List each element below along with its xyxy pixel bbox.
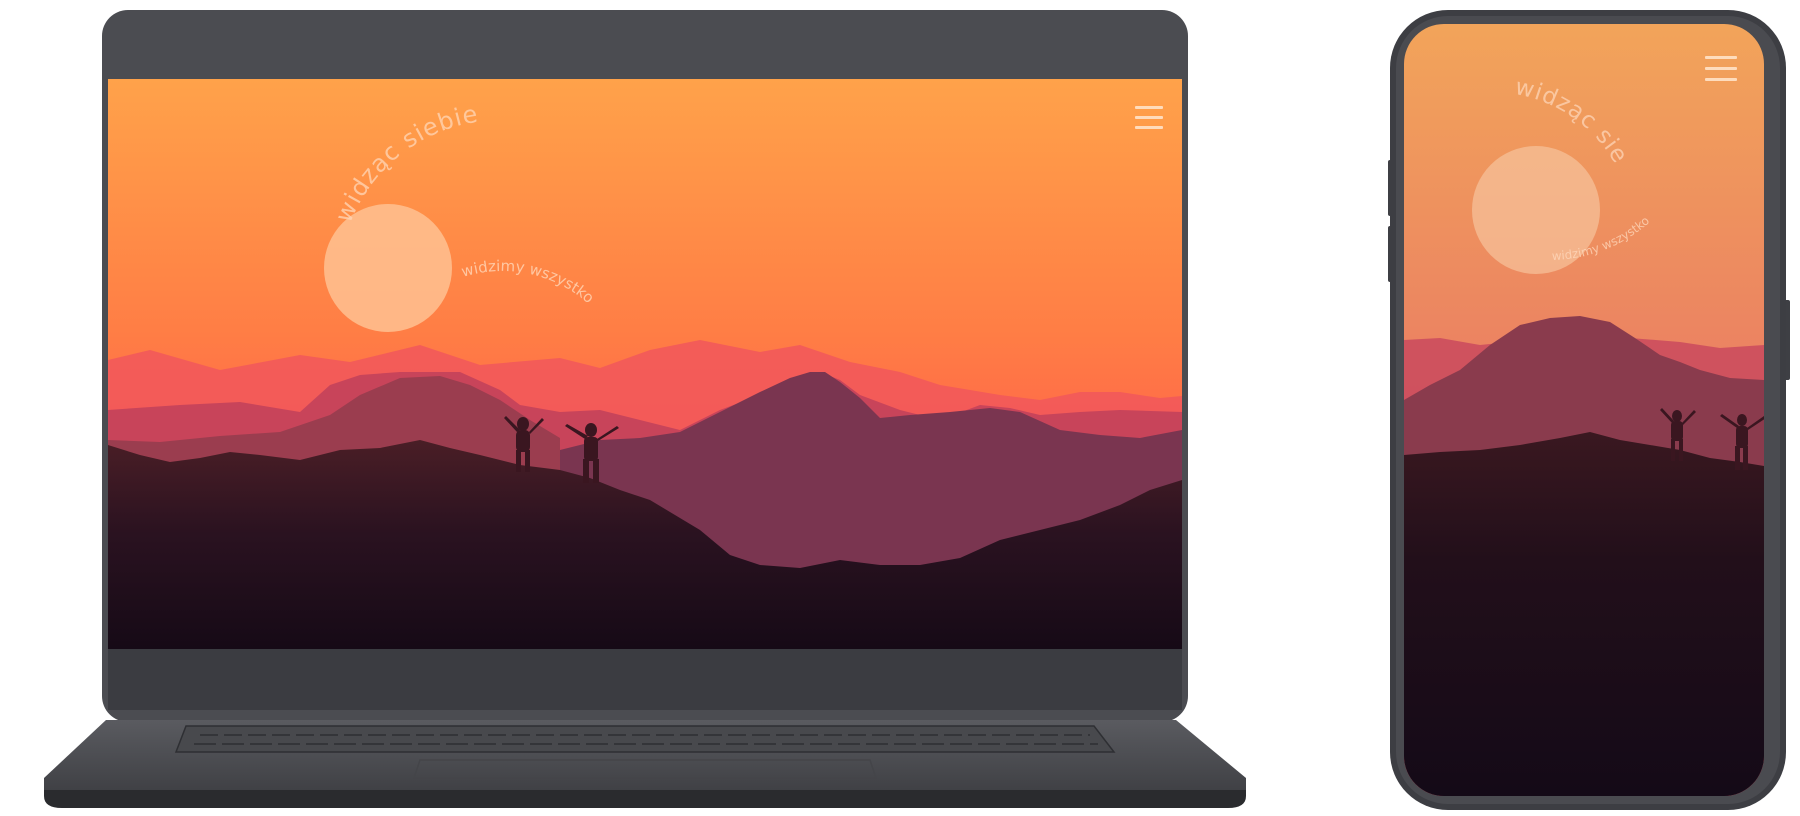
svg-text:widzimy wszystko: widzimy wszystko (459, 257, 597, 307)
svg-text:widząc siebie: widząc siebie (330, 100, 481, 227)
laptop-screen-text: widząc siebie widzimy wszystko (330, 100, 598, 307)
phone-mockup: widząc siebie widzimy wszystko (1380, 0, 1800, 816)
laptop-subline: widzimy wszystko (459, 257, 597, 307)
hamburger-menu-icon (1705, 56, 1737, 81)
svg-text:widząc siebie: widząc siebie (1404, 24, 1633, 168)
phone-menu-button[interactable] (1704, 54, 1738, 86)
laptop-mockup: widząc siebie widzimy wszystko (0, 0, 1260, 816)
laptop-headline: widząc siebie (330, 100, 480, 227)
hamburger-menu-icon (1135, 106, 1163, 129)
phone-headline: widząc siebie (1404, 24, 1632, 168)
laptop-menu-button[interactable] (1134, 104, 1164, 132)
phone-screen-text: widząc siebie widzimy wszystko (1404, 24, 1652, 263)
phone-subline: widzimy wszystko (1551, 213, 1652, 263)
svg-text:widzimy wszystko: widzimy wszystko (1551, 213, 1652, 263)
